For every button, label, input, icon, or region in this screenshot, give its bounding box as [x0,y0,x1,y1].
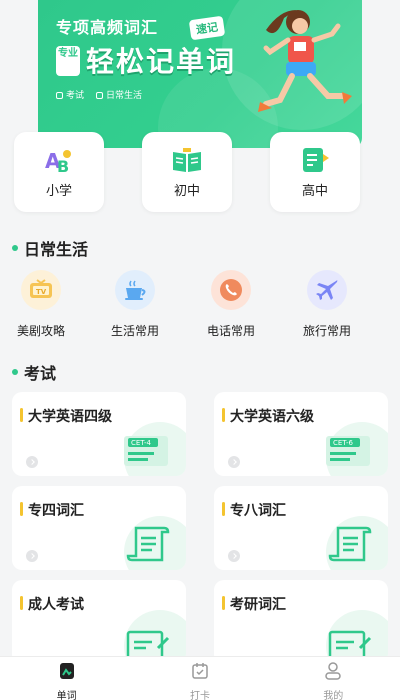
tab-words[interactable]: 单词 [0,657,133,700]
level-card-junior[interactable]: 初中 [142,132,232,212]
exam-card-title: 专四词汇 [20,500,84,520]
cet-book-icon: CET-6 [326,436,370,466]
exam-card-title: 大学英语六级 [222,406,314,426]
exam-card-cet6[interactable]: 大学英语六级 CET-6 [214,392,388,476]
level-label: 初中 [173,184,200,199]
banner-tags: 考试 日常生活 [56,88,142,101]
exam-card-postgrad[interactable]: 考研词汇 [214,580,388,664]
notebook-icon [303,148,329,172]
banner-main-title: 轻松记单词 [86,45,237,78]
words-icon [59,663,74,679]
bottom-tab-bar: 单词 打卡 我的 [0,656,400,700]
life-item-tv-series[interactable]: TV 美剧攻略 [6,270,76,339]
section-dot [12,369,18,375]
section-dot [12,245,18,251]
coffee-cup-icon [115,270,155,310]
banner-sticker: 速记 [188,15,226,41]
life-item-label: 美剧攻略 [16,324,65,338]
banner-pro-tag: 专业 [56,46,80,76]
calendar-check-icon [192,663,208,679]
life-item-travel[interactable]: 旅行常用 [292,270,362,339]
life-item-label: 生活常用 [110,324,159,338]
banner-subtitle: 专项高频词汇 [56,18,159,37]
life-item-label: 电话常用 [206,324,255,338]
tab-profile[interactable]: 我的 [267,657,400,700]
chevron-right-icon [26,550,38,562]
exam-card-title: 专八词汇 [222,500,286,520]
svg-text:TV: TV [36,288,47,296]
level-card-senior[interactable]: 高中 [270,132,360,212]
chevron-right-icon [228,550,240,562]
life-item-label: 旅行常用 [302,324,351,338]
tab-checkin[interactable]: 打卡 [133,657,266,700]
section-title-exam: 考试 [12,360,56,384]
banner-tag: 日常生活 [96,88,142,101]
exam-card-cet4[interactable]: 大学英语四级 CET-4 [12,392,186,476]
tab-label: 单词 [56,691,77,700]
life-item-living[interactable]: 生活常用 [100,270,170,339]
level-label: 高中 [301,184,328,199]
section-title-daily: 日常生活 [12,236,88,260]
exam-card-tem8[interactable]: 专八词汇 [214,486,388,570]
scroll-icon [328,526,372,562]
scroll-icon [126,526,170,562]
profile-icon [325,662,342,680]
tv-icon: TV [21,270,61,310]
abc-letters-icon: A B [45,149,71,174]
svg-text:CET-6: CET-6 [333,439,353,447]
document-edit-icon [328,630,372,658]
level-label: 小学 [45,184,72,199]
exam-card-tem4[interactable]: 专四词汇 [12,486,186,570]
airplane-icon [307,270,347,310]
exam-card-adult[interactable]: 成人考试 [12,580,186,664]
chevron-right-icon [228,456,240,468]
banner-tag: 考试 [56,88,84,101]
phone-icon [211,270,251,310]
life-item-phone[interactable]: 电话常用 [196,270,266,339]
document-edit-icon [126,630,170,658]
runner-illustration-icon [258,10,352,112]
chevron-right-icon [26,456,38,468]
tab-label: 我的 [323,691,344,700]
promo-banner[interactable]: 专项高频词汇 速记 专业 轻松记单词 考试 日常生活 [38,0,362,148]
svg-text:B: B [57,157,69,174]
open-book-icon [173,148,201,172]
svg-text:CET-4: CET-4 [131,439,151,447]
exam-card-title: 考研词汇 [222,594,286,614]
cet-book-icon: CET-4 [124,436,168,466]
exam-card-title: 成人考试 [20,594,84,614]
tab-label: 打卡 [189,691,210,700]
level-card-primary[interactable]: A B 小学 [14,132,104,212]
exam-card-title: 大学英语四级 [20,406,112,426]
